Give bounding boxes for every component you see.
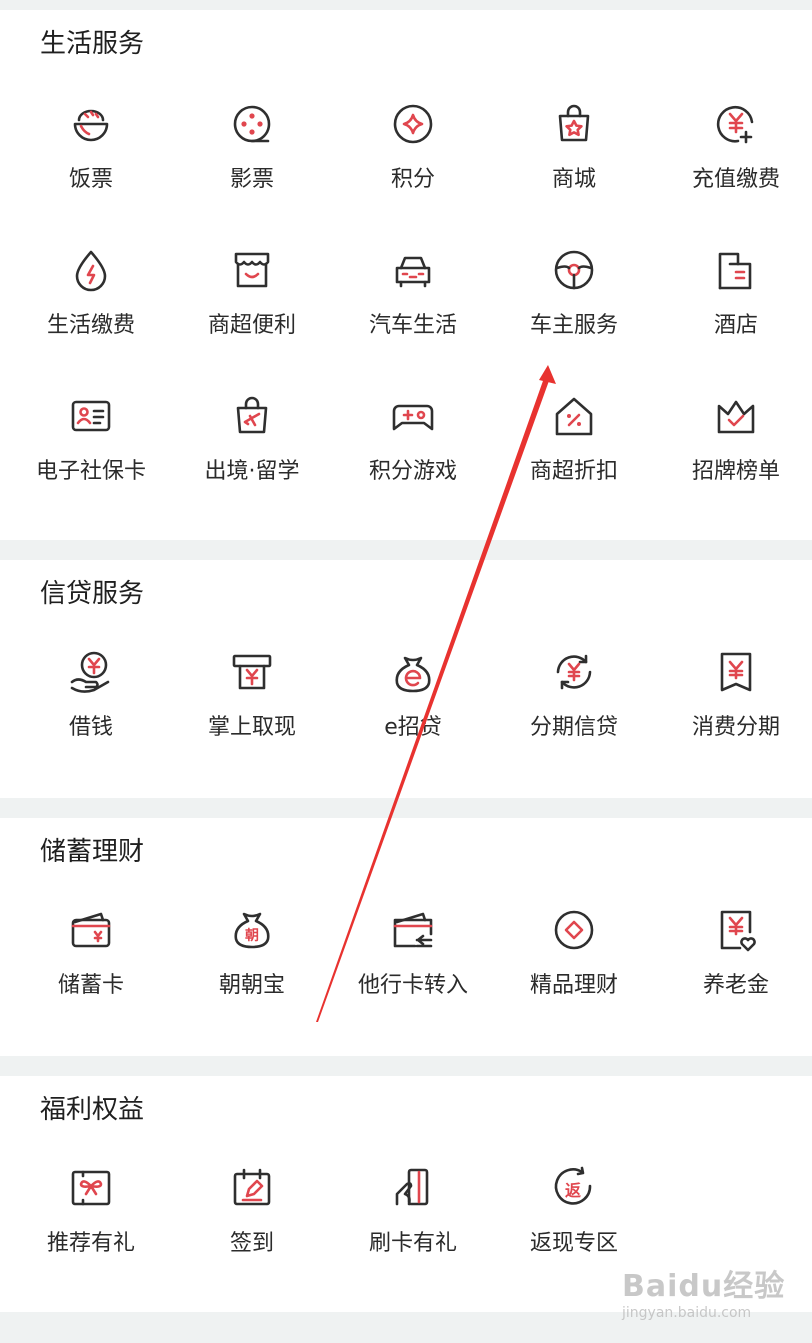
service-label: 商城 [551, 167, 596, 192]
service-item-zhaopai[interactable]: 招牌榜单 [655, 392, 812, 522]
section-credit-services: 信贷服务 借钱 掌上取现 e招贷 分期信贷 消费分期 [0, 560, 812, 798]
watermark: Baidu经验 jingyan.baidu.com [622, 1270, 802, 1330]
service-label: 生活缴费 [46, 313, 135, 338]
card-transfer-icon [389, 906, 437, 954]
hotel-building-icon [712, 246, 760, 294]
service-label: e招贷 [384, 715, 442, 740]
service-item-xiaofeifenqi[interactable]: 消费分期 [655, 648, 812, 778]
service-item-chuxuka[interactable]: 储蓄卡 [10, 906, 172, 1036]
bill-yuan-icon [712, 648, 760, 696]
coin-diamond-icon [550, 906, 598, 954]
service-label: 朝朝宝 [218, 973, 285, 998]
service-item-tuijianyouli[interactable]: 推荐有礼 [10, 1164, 172, 1294]
service-label: 车主服务 [529, 313, 618, 338]
service-item-qiandao[interactable]: 签到 [171, 1164, 333, 1294]
section-title: 信贷服务 [40, 579, 145, 609]
film-reel-icon [228, 100, 276, 148]
section-title: 福利权益 [40, 1095, 145, 1125]
service-item-zhekou[interactable]: 商超折扣 [493, 392, 655, 522]
service-label: 电子社保卡 [35, 459, 146, 484]
service-item-qiche[interactable]: 汽车生活 [332, 246, 494, 376]
service-item-jiudian[interactable]: 酒店 [655, 246, 812, 376]
service-label: 他行卡转入 [357, 973, 468, 998]
section-savings-finance: 储蓄理财 储蓄卡 朝 朝朝宝 他行卡转入 精品理财 养老金 [0, 818, 812, 1056]
service-item-zhaozhaobao[interactable]: 朝 朝朝宝 [171, 906, 333, 1036]
atm-cash-icon [228, 648, 276, 696]
shopping-bag-icon [550, 100, 598, 148]
watermark-main: Baidu经验 [622, 1269, 786, 1304]
service-item-fanpiao[interactable]: 饭票 [10, 100, 172, 230]
yuan-plus-icon [712, 100, 760, 148]
service-label: 养老金 [702, 973, 769, 998]
service-label: 影票 [229, 167, 274, 192]
gamepad-icon [389, 392, 437, 440]
watermark-sub: jingyan.baidu.com [622, 1305, 752, 1321]
service-item-jieqian[interactable]: 借钱 [10, 648, 172, 778]
section-title: 生活服务 [40, 29, 145, 59]
money-bag-e-icon [389, 648, 437, 696]
service-label: 商超便利 [207, 313, 296, 338]
service-label: 消费分期 [691, 715, 780, 740]
service-label: 储蓄卡 [57, 973, 124, 998]
service-item-chujing[interactable]: 出境·留学 [171, 392, 333, 522]
debit-card-icon [67, 906, 115, 954]
points-star-icon [389, 100, 437, 148]
crown-check-icon [712, 392, 760, 440]
service-item-yingpiao[interactable]: 影票 [171, 100, 333, 230]
section-title: 储蓄理财 [40, 837, 145, 867]
id-card-icon [67, 392, 115, 440]
svg-text:返: 返 [565, 1181, 581, 1200]
calendar-sign-icon [228, 1164, 276, 1212]
service-item-jingpinlicai[interactable]: 精品理财 [493, 906, 655, 1036]
service-item-qianxian[interactable]: 掌上取现 [171, 648, 333, 778]
svg-text:朝: 朝 [245, 927, 259, 944]
service-label: 借钱 [68, 715, 113, 740]
service-item-yanglaojin[interactable]: 养老金 [655, 906, 812, 1036]
service-item-shangchao[interactable]: 商超便利 [171, 246, 333, 376]
service-item-chezhu[interactable]: 车主服务 [493, 246, 655, 376]
service-item-shenghuojiaofei[interactable]: 生活缴费 [10, 246, 172, 376]
service-label: 掌上取现 [207, 715, 296, 740]
rice-bowl-icon [67, 100, 115, 148]
service-item-jifenyouxi[interactable]: 积分游戏 [332, 392, 494, 522]
hand-coin-icon [67, 648, 115, 696]
service-label: 分期信贷 [529, 715, 618, 740]
house-percent-icon [550, 392, 598, 440]
service-label: 酒店 [713, 313, 758, 338]
service-item-tahangka[interactable]: 他行卡转入 [332, 906, 494, 1036]
steering-wheel-icon [550, 246, 598, 294]
service-item-chongzhi[interactable]: 充值缴费 [655, 100, 812, 230]
storefront-icon [228, 246, 276, 294]
section-life-services: 生活服务 饭票 影票 积分 商城 充值缴费 生活缴费 商超便利 汽车生活 车主服… [0, 10, 812, 540]
service-label: 汽车生活 [368, 313, 457, 338]
car-icon [389, 246, 437, 294]
service-label: 出境·留学 [204, 459, 300, 484]
service-item-shebaoka[interactable]: 电子社保卡 [10, 392, 172, 522]
service-label: 商超折扣 [529, 459, 618, 484]
cycle-yuan-icon [550, 648, 598, 696]
service-item-shangcheng[interactable]: 商城 [493, 100, 655, 230]
service-label: 推荐有礼 [46, 1231, 135, 1256]
service-item-fenqixindai[interactable]: 分期信贷 [493, 648, 655, 778]
service-label: 饭票 [68, 167, 113, 192]
service-label: 返现专区 [529, 1231, 618, 1256]
service-label: 积分游戏 [368, 459, 457, 484]
service-label: 签到 [229, 1231, 274, 1256]
cashback-fan-icon: 返 [550, 1164, 598, 1212]
service-label: 刷卡有礼 [368, 1231, 457, 1256]
service-label: 招牌榜单 [691, 459, 780, 484]
gift-card-icon [67, 1164, 115, 1212]
service-label: 精品理财 [529, 973, 618, 998]
service-item-jifen[interactable]: 积分 [332, 100, 494, 230]
service-item-ezhaodai[interactable]: e招贷 [332, 648, 494, 778]
pension-doc-heart-icon [712, 906, 760, 954]
service-label: 充值缴费 [691, 167, 780, 192]
travel-bag-plane-icon [228, 392, 276, 440]
hand-card-icon [389, 1164, 437, 1212]
service-label: 积分 [390, 167, 435, 192]
money-bag-zhao-icon: 朝 [228, 906, 276, 954]
water-drop-bolt-icon [67, 246, 115, 294]
service-item-shuakayouli[interactable]: 刷卡有礼 [332, 1164, 494, 1294]
